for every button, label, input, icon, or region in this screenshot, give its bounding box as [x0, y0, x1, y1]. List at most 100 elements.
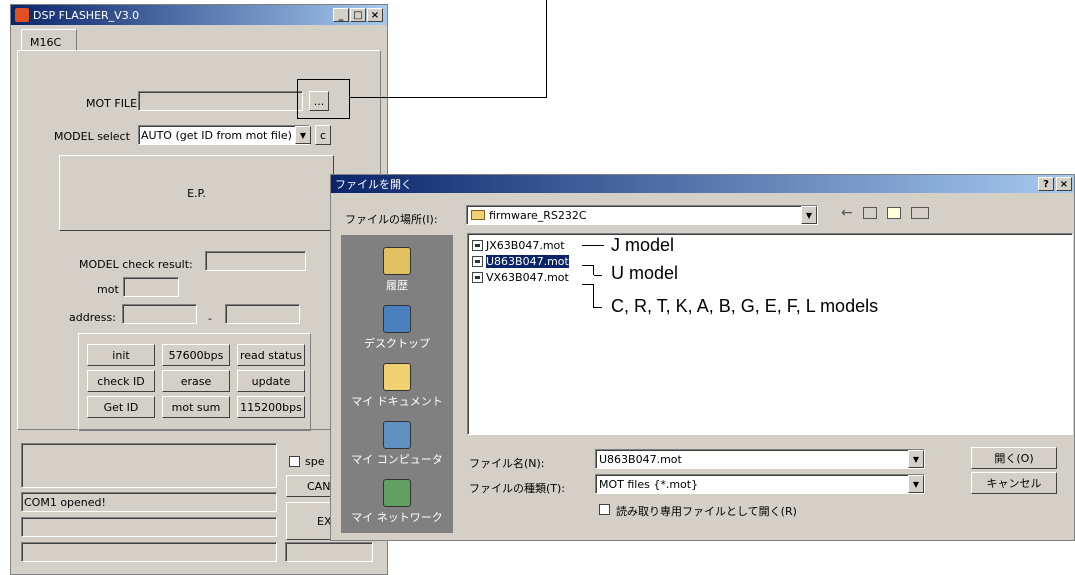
filetype-label: ファイルの種類(T):: [469, 482, 566, 495]
open-label: 開く(O): [994, 452, 1034, 465]
close-button[interactable]: ×: [367, 8, 383, 22]
new-folder-icon[interactable]: [887, 207, 901, 219]
annotation-j-model: J model: [611, 235, 675, 255]
readonly-checkbox[interactable]: [599, 504, 610, 515]
filename-value: U863B047.mot: [599, 453, 682, 466]
flasher-titlebar: DSP FLASHER_V3.0 _ □ ×: [11, 5, 387, 25]
status-text: COM1 opened!: [24, 496, 106, 509]
address-start-field: [122, 304, 197, 324]
progress-field-left: [21, 542, 277, 562]
view-menu-icon[interactable]: [911, 207, 929, 219]
filename-input[interactable]: U863B047.mot: [595, 449, 925, 469]
model-check-field: [205, 251, 306, 271]
place-1[interactable]: デスクトップ: [341, 305, 453, 351]
annotation-u-model: U model: [611, 263, 679, 283]
file-name: VX63B047.mot: [486, 270, 569, 284]
location-select[interactable]: firmware_RS232C: [466, 205, 818, 225]
cmd-button-update[interactable]: update: [237, 370, 305, 392]
address-label: address:: [69, 311, 116, 324]
places-bar: 履歴デスクトップ マイ ドキュメント マイ コンピュータ マイ ネットワーク: [341, 235, 453, 533]
cmd-button-get-id[interactable]: Get ID: [87, 396, 155, 418]
help-button[interactable]: ?: [1038, 177, 1054, 191]
place-icon-3: [383, 421, 411, 449]
minimize-button[interactable]: _: [333, 8, 349, 22]
place-label: マイ ドキュメント: [351, 395, 443, 408]
browse-highlight-box: [297, 79, 350, 119]
back-icon[interactable]: ←: [841, 205, 853, 221]
c-button[interactable]: c: [315, 125, 331, 145]
up-folder-icon[interactable]: [863, 207, 877, 219]
file-icon: [472, 255, 483, 267]
dialog-close-button[interactable]: ×: [1056, 177, 1072, 191]
connector-line-vertical: [546, 0, 547, 98]
open-file-dialog: ファイルを開く ? × ファイルの場所(I): firmware_RS232C …: [330, 174, 1075, 541]
location-dropdown-icon[interactable]: ▼: [801, 206, 817, 224]
place-icon-1: [383, 305, 411, 333]
place-icon-4: [383, 479, 411, 507]
file-list: JX63B047.mot U863B047.mot VX63B047.mot: [467, 233, 1073, 435]
file-item[interactable]: JX63B047.mot: [472, 237, 1068, 253]
cmd-button-erase[interactable]: erase: [162, 370, 230, 392]
model-select-value: AUTO (get ID from mot file): [141, 129, 292, 142]
cmd-button-check-id[interactable]: check ID: [87, 370, 155, 392]
place-label: マイ ネットワーク: [351, 511, 443, 524]
tab-label: M16C: [30, 36, 62, 49]
mot-file-field[interactable]: [138, 91, 303, 111]
tab-m16c[interactable]: M16C: [21, 29, 77, 51]
place-0[interactable]: 履歴: [341, 247, 453, 293]
model-select-dropdown-icon[interactable]: ▼: [295, 126, 311, 144]
mot-field: [123, 277, 179, 297]
cmd-button-115200bps[interactable]: 115200bps: [237, 396, 305, 418]
cmd-button-init[interactable]: init: [87, 344, 155, 366]
maximize-button[interactable]: □: [350, 8, 366, 22]
cmd-button-57600bps[interactable]: 57600bps: [162, 344, 230, 366]
spe-checkbox[interactable]: [289, 456, 300, 467]
cmd-button-read-status[interactable]: read status: [237, 344, 305, 366]
readonly-label: 読み取り専用ファイルとして開く(R): [616, 505, 797, 518]
open-button[interactable]: 開く(O): [971, 447, 1057, 469]
spe-label: spe: [305, 455, 325, 468]
progress-field-right: [285, 542, 373, 562]
annotation-u-tick: [594, 275, 602, 276]
place-icon-0: [383, 247, 411, 275]
annotation-j-line: [582, 245, 604, 246]
annotation-c-tick: [594, 307, 602, 308]
location-label: ファイルの場所(I):: [345, 213, 438, 226]
location-value: firmware_RS232C: [489, 208, 587, 222]
dialog-title: ファイルを開く: [335, 178, 412, 191]
place-2[interactable]: マイ ドキュメント: [341, 363, 453, 409]
file-name: U863B047.mot: [486, 254, 569, 268]
cmd-button-mot-sum[interactable]: mot sum: [162, 396, 230, 418]
connector-line-horizontal: [349, 97, 547, 98]
status-field: COM1 opened!: [21, 492, 277, 512]
model-select[interactable]: AUTO (get ID from mot file): [138, 125, 310, 145]
filetype-select[interactable]: MOT files {*.mot}: [595, 474, 925, 494]
annotation-c-models: C, R, T, K, A, B, G, E, F, L models: [611, 296, 879, 316]
file-item[interactable]: VX63B047.mot: [472, 269, 1068, 285]
folder-icon: [471, 210, 485, 220]
mot-file-label: MOT FILE: [86, 97, 138, 110]
app-icon: [15, 8, 29, 22]
place-label: マイ コンピュータ: [351, 453, 443, 466]
can-label: CAN: [307, 479, 331, 493]
message-field: [21, 443, 277, 488]
place-label: デスクトップ: [364, 337, 430, 350]
ep-label: E.P.: [187, 186, 206, 200]
place-icon-2: [383, 363, 411, 391]
ep-button[interactable]: E.P.: [59, 155, 334, 231]
cancel-button[interactable]: キャンセル: [971, 472, 1057, 494]
filetype-dropdown-icon[interactable]: ▼: [908, 475, 924, 493]
log-field: [21, 517, 277, 537]
model-select-label: MODEL select: [54, 130, 130, 143]
address-separator: -: [208, 312, 212, 325]
place-3[interactable]: マイ コンピュータ: [341, 421, 453, 467]
file-name: JX63B047.mot: [486, 238, 565, 252]
mot-label: mot: [97, 283, 119, 296]
place-4[interactable]: マイ ネットワーク: [341, 479, 453, 525]
place-label: 履歴: [386, 279, 408, 292]
file-icon: [472, 239, 483, 251]
filetype-value: MOT files {*.mot}: [599, 478, 699, 491]
file-item[interactable]: U863B047.mot: [472, 253, 1068, 269]
filename-dropdown-icon[interactable]: ▼: [908, 450, 924, 468]
filename-label: ファイル名(N):: [469, 457, 545, 470]
